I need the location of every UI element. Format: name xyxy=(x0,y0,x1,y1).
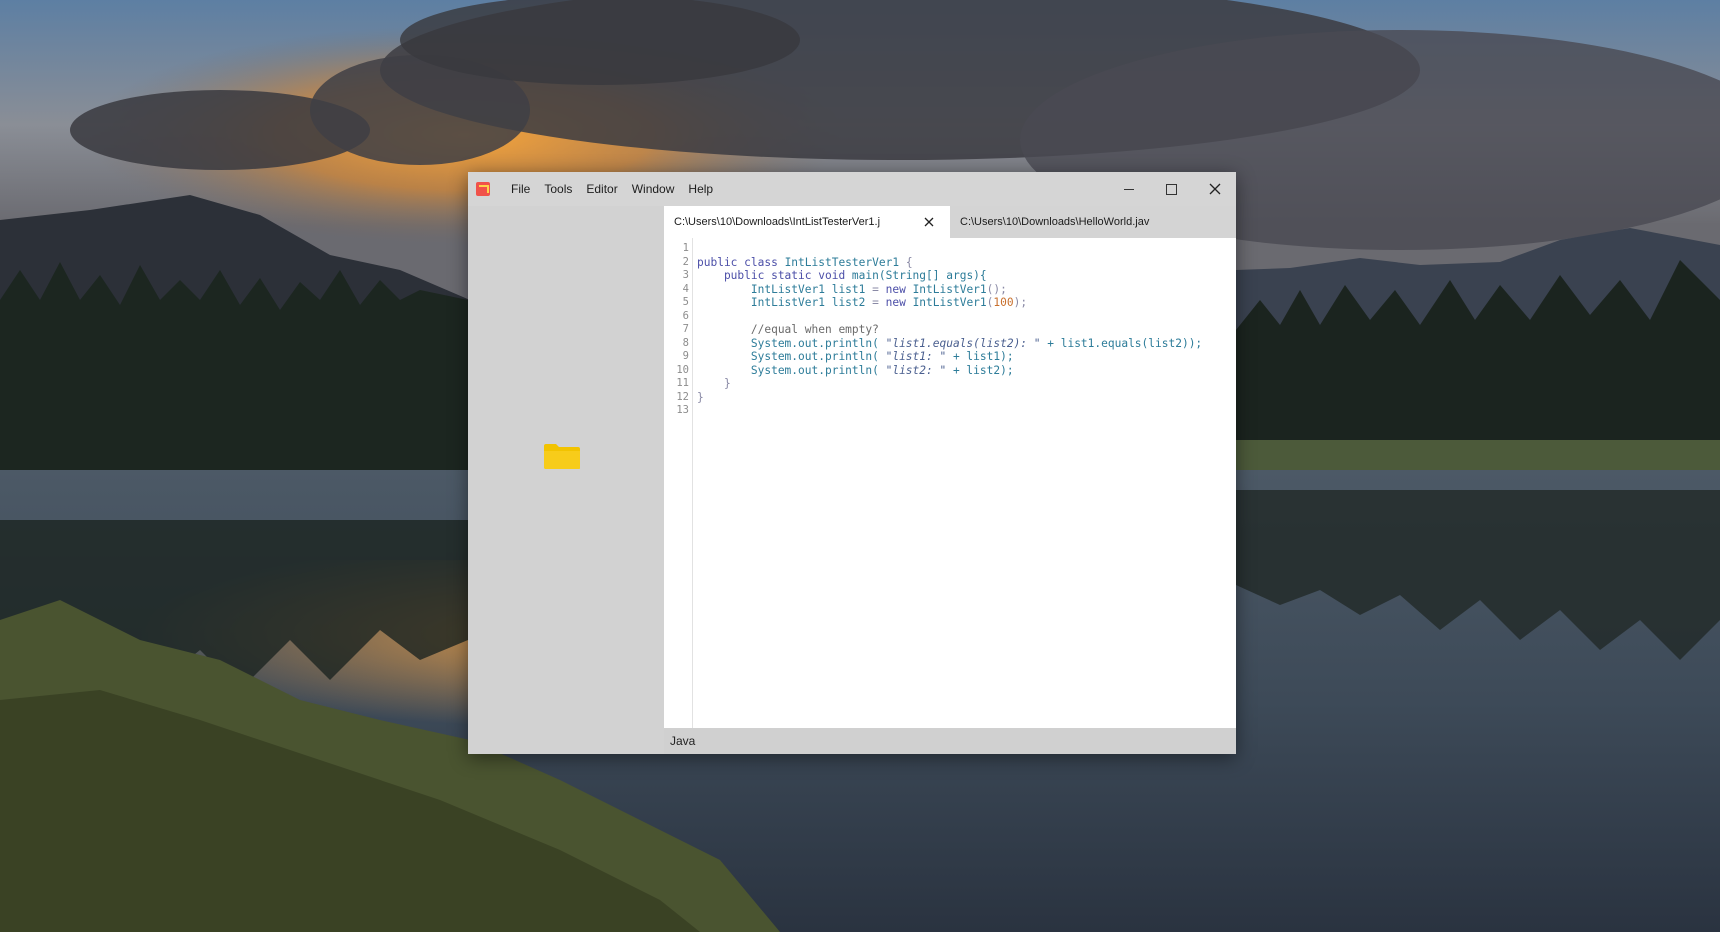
class-name: IntListTesterVer1 xyxy=(784,255,900,269)
menu-bar: File Tools Editor Window Help xyxy=(504,172,720,206)
line-number: 7 xyxy=(682,323,689,335)
menu-editor[interactable]: Editor xyxy=(579,172,624,206)
line-number: 10 xyxy=(676,363,689,376)
code-line: public static void main(String[] args){ xyxy=(697,269,987,283)
type-name: IntListVer1 xyxy=(912,296,987,309)
editor-pane: C:\Users\10\Downloads\IntListTesterVer1.… xyxy=(664,206,1236,754)
line-number: 11 xyxy=(676,377,689,389)
minimize-button[interactable] xyxy=(1107,172,1150,206)
minimize-icon xyxy=(1123,188,1134,190)
menu-file[interactable]: File xyxy=(504,172,537,206)
code-text: IntListVer1 list1 xyxy=(697,282,873,296)
close-icon xyxy=(1209,183,1220,195)
line-number: 1 xyxy=(682,242,689,254)
code-text: System.out.println( xyxy=(697,350,886,363)
line-number: 12 xyxy=(676,390,689,403)
line-number: 6 xyxy=(682,309,689,322)
tab-intlisttesterver1[interactable]: C:\Users\10\Downloads\IntListTesterVer1.… xyxy=(664,206,950,238)
code-line: } xyxy=(697,377,731,390)
line-number: 2 xyxy=(682,255,689,268)
punctuation: (); xyxy=(986,282,1007,296)
folder-icon[interactable] xyxy=(543,442,581,470)
string-literal: "list1.equals(list2): " xyxy=(885,336,1041,350)
line-number: 13 xyxy=(676,404,689,416)
method-name: main( xyxy=(851,269,886,282)
tab-bar: C:\Users\10\Downloads\IntListTesterVer1.… xyxy=(664,206,1236,238)
line-number-gutter: 1 2 3 4 5 6 7 8 9 10 11 12 13 xyxy=(664,238,693,728)
line-number: 3 xyxy=(682,269,689,281)
editor-window: File Tools Editor Window Help C:\Users\1… xyxy=(468,172,1236,754)
number-literal: 100 xyxy=(993,296,1014,309)
keyword: public class xyxy=(697,255,785,269)
code-line: System.out.println( "list1.equals(list2)… xyxy=(697,337,1202,351)
line-number: 5 xyxy=(682,296,689,308)
string-literal: "list1: " xyxy=(885,350,947,363)
code-text: + list1); xyxy=(946,350,1014,363)
punctuation: { xyxy=(899,255,913,269)
operator: = xyxy=(872,282,879,296)
code-line: IntListVer1 list2 = new IntListVer1(100)… xyxy=(697,296,1027,310)
menu-tools[interactable]: Tools xyxy=(537,172,579,206)
close-icon[interactable] xyxy=(922,215,936,229)
code-line: System.out.println( "list1: " + list1); xyxy=(697,350,1014,364)
title-bar[interactable]: File Tools Editor Window Help xyxy=(468,172,1236,206)
code-text: System.out.println( xyxy=(697,336,886,350)
code-line: public class IntListTesterVer1 { xyxy=(697,256,913,270)
keyword: public static void xyxy=(697,269,852,282)
keyword: new xyxy=(878,282,913,296)
keyword: new xyxy=(878,296,913,309)
tab-label: C:\Users\10\Downloads\HelloWorld.jav xyxy=(960,216,1150,228)
app-logo-icon xyxy=(476,182,490,196)
string-literal: "list2: " xyxy=(885,363,947,377)
line-number: 9 xyxy=(682,350,689,362)
menu-window[interactable]: Window xyxy=(625,172,682,206)
close-window-button[interactable] xyxy=(1193,172,1236,206)
line-number: 4 xyxy=(682,282,689,295)
maximize-icon xyxy=(1166,183,1177,195)
menu-help[interactable]: Help xyxy=(681,172,720,206)
code-text: System.out.println( xyxy=(697,363,886,377)
tab-helloworld[interactable]: C:\Users\10\Downloads\HelloWorld.jav xyxy=(950,206,1236,238)
code-text: IntListVer1 list2 xyxy=(697,296,873,309)
code-comment: //equal when empty? xyxy=(697,323,879,336)
status-bar: Java xyxy=(664,728,1236,754)
code-line: System.out.println( "list2: " + list2); xyxy=(697,364,1014,378)
code-line: IntListVer1 list1 = new IntListVer1(); xyxy=(697,283,1007,297)
code-text: [] args){ xyxy=(926,269,987,282)
code-editor[interactable]: 1 2 3 4 5 6 7 8 9 10 11 12 13 public cla… xyxy=(664,238,1236,728)
code-text: + list1.equals(list2)); xyxy=(1040,336,1203,350)
code-text: + list2); xyxy=(946,363,1014,377)
operator: = xyxy=(872,296,879,309)
line-number: 8 xyxy=(682,336,689,349)
file-sidebar xyxy=(468,206,664,754)
code-line: } xyxy=(697,390,704,404)
language-label[interactable]: Java xyxy=(670,734,695,748)
type-name: String xyxy=(885,269,927,282)
punctuation: ); xyxy=(1013,296,1028,309)
maximize-button[interactable] xyxy=(1150,172,1193,206)
tab-label: C:\Users\10\Downloads\IntListTesterVer1.… xyxy=(674,216,881,228)
type-name: IntListVer1 xyxy=(912,282,987,296)
window-controls xyxy=(1107,172,1236,206)
